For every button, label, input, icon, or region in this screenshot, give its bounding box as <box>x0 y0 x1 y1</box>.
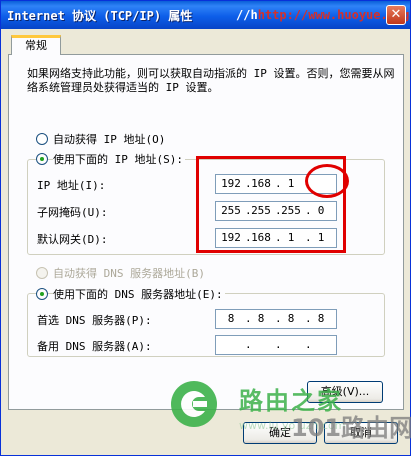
manual-dns-label: 使用下面的 DNS 服务器地址(E): <box>53 286 225 302</box>
manual-ip-label: 使用下面的 IP 地址(S): <box>53 151 185 167</box>
alternate-dns-field[interactable]: . . . <box>215 335 337 355</box>
intro-text: 如果网络支持此功能，则可以获取自动指派的 IP 设置。否则，您需要从网络系统管理… <box>27 67 395 94</box>
title-watermark: //hhttp://www.huoyue.org <box>236 8 410 22</box>
ip-address-label: IP 地址(I): <box>37 179 106 192</box>
auto-ip-radio[interactable] <box>36 133 48 145</box>
alternate-dns-label: 备用 DNS 服务器(A): <box>37 340 152 353</box>
tcpip-properties-dialog: Internet 协议 (TCP/IP) 属性 //hhttp://www.hu… <box>0 0 411 456</box>
red-highlight-circle <box>305 164 349 198</box>
preferred-dns-label: 首选 DNS 服务器(P): <box>37 314 152 327</box>
subnet-mask-label: 子网掩码(U): <box>37 206 108 219</box>
preferred-dns-field[interactable]: 8. 8. 8. 8 <box>215 309 337 329</box>
tab-general[interactable]: 常规 <box>11 35 61 55</box>
close-icon: ✕ <box>390 7 402 22</box>
router-home-logo-icon <box>169 379 219 429</box>
close-button[interactable]: ✕ <box>386 5 406 25</box>
auto-ip-label: 自动获得 IP 地址(O) <box>53 133 166 146</box>
auto-dns-radio[interactable] <box>36 267 48 279</box>
default-gateway-label: 默认网关(D): <box>37 233 108 246</box>
manual-ip-radio[interactable] <box>36 153 48 165</box>
auto-dns-label: 自动获得 DNS 服务器地址(B) <box>53 267 205 280</box>
watermark-brand-num: 101路由网 <box>291 414 411 442</box>
title-bar[interactable]: Internet 协议 (TCP/IP) 属性 //hhttp://www.hu… <box>1 1 410 29</box>
manual-dns-radio[interactable] <box>36 288 48 300</box>
window-title: Internet 协议 (TCP/IP) 属性 <box>7 9 193 23</box>
